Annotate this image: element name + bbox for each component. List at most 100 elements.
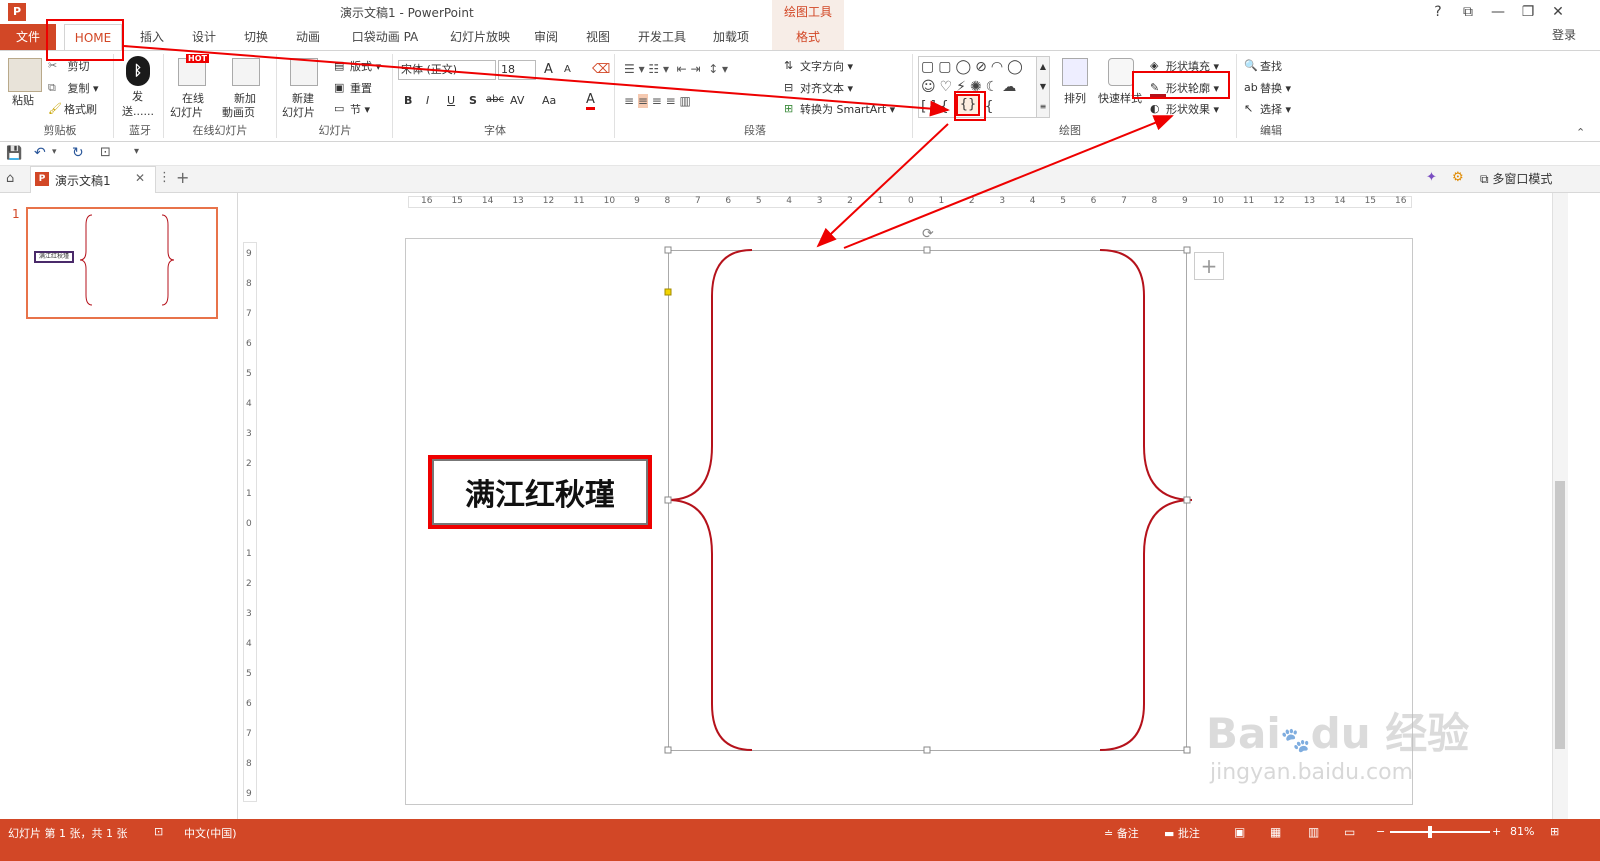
reset-button[interactable]: 重置 [350,82,372,95]
bluetooth-send-label[interactable]: 发 [132,88,143,104]
clear-format-icon[interactable]: ⌫ [592,62,610,78]
grow-font-button[interactable]: A [544,62,553,77]
tab-pocket-animation[interactable]: 口袋动画 PA [340,24,430,50]
italic-button[interactable]: I [426,94,429,107]
font-name-combobox[interactable]: 宋体 (正文) [398,60,496,80]
bluetooth-send-label-2[interactable]: 送...... [122,103,154,119]
bluetooth-icon[interactable]: ᛒ [126,56,150,86]
tab-view[interactable]: 视图 [578,24,618,50]
slide-sorter-icon[interactable]: ▦ [1270,825,1281,839]
tab-slideshow[interactable]: 幻灯片放映 [442,24,518,50]
new-slide-icon[interactable] [290,58,318,86]
bold-button[interactable]: B [404,94,412,107]
fit-to-window-icon[interactable]: ⊞ [1550,825,1559,838]
new-slide-label-2[interactable]: 幻灯片 [282,104,315,120]
close-tab-icon[interactable]: ✕ [135,171,145,185]
home-tabs-icon[interactable]: ⌂ [6,171,14,186]
change-case-button[interactable]: Aa [542,94,556,107]
close-button[interactable]: ✕ [1546,2,1570,22]
zoom-in-icon[interactable]: + [1492,825,1501,838]
font-size-combobox[interactable]: 18 [498,60,536,80]
font-color-button[interactable]: A [586,92,595,110]
cut-button[interactable]: 剪切 [68,60,90,73]
zoom-level[interactable]: 81% [1510,825,1534,838]
layout-options-icon[interactable]: + [1194,252,1224,280]
shape-effects-button[interactable]: 形状效果 [1166,103,1210,116]
new-page-label-2[interactable]: 動画页 [222,104,255,120]
scroll-thumb[interactable] [1555,481,1565,749]
ruler-tick-label: 8 [246,759,252,769]
shrink-font-button[interactable]: A [564,64,571,75]
tab-developer[interactable]: 开发工具 [630,24,694,50]
tab-animations[interactable]: 动画 [288,24,328,50]
tab-addins[interactable]: 加载项 [704,24,758,50]
convert-smartart-button[interactable]: 转换为 SmartArt [800,103,886,116]
minimize-button[interactable]: — [1486,2,1510,22]
doc-tab-active[interactable]: P 演示文稿1 ✕ [30,166,156,193]
select-button[interactable]: 选择 [1260,103,1282,116]
brace-pair-shape[interactable]: ⟳ [660,226,1200,761]
vertical-scrollbar[interactable] [1552,193,1568,819]
new-animation-page-icon[interactable] [232,58,260,86]
quick-styles-icon[interactable] [1108,58,1134,86]
login-link[interactable]: 登录 [1534,22,1594,48]
zoom-slider-thumb[interactable] [1427,826,1432,838]
spellcheck-icon[interactable]: ⊡ [154,825,163,838]
ruler-tick-label: 15 [1364,196,1377,206]
zoom-out-icon[interactable]: − [1376,825,1385,838]
slide-thumbnail[interactable]: 满江红秋瑾 [26,207,218,319]
align-text-button[interactable]: 对齐文本 [800,82,844,95]
maximize-button[interactable]: ❐ [1516,2,1540,22]
arrange-button[interactable]: 排列 [1064,90,1086,106]
reading-view-icon[interactable]: ▥ [1308,825,1319,839]
tab-review[interactable]: 审阅 [526,24,566,50]
ruler-tick-label: 4 [1029,196,1036,206]
ribbon-display-button[interactable]: ⧉ [1456,2,1480,22]
collapse-ribbon-icon[interactable]: ⌃ [1576,126,1585,139]
arrange-icon[interactable] [1062,58,1088,86]
tab-menu-icon[interactable]: ⋮ [158,170,171,185]
customize-qat-icon[interactable]: ▾ [134,146,139,157]
text-shadow-button[interactable]: S [469,94,477,107]
format-painter-button[interactable]: 格式刷 [64,103,97,116]
title-text[interactable]: 满江红秋瑾 [432,459,648,525]
paste-icon[interactable] [8,58,42,92]
find-button[interactable]: 查找 [1260,60,1282,73]
help-button[interactable]: ? [1426,2,1450,22]
title-text-box-frame[interactable]: 满江红秋瑾 [428,455,652,529]
start-slideshow-icon[interactable]: ⊡ [100,145,111,160]
alignment-icons[interactable]: ≡ ≡ ≡ ≡ ▥ [624,94,710,110]
section-button[interactable]: 节 [350,103,361,116]
character-spacing-button[interactable]: AV [510,94,524,107]
layout-button[interactable]: 版式 [350,60,372,73]
powerpoint-logo-icon[interactable]: P [8,3,26,21]
comments-button[interactable]: ▬ 批注 [1164,825,1200,841]
paste-button[interactable]: 粘贴 [12,92,34,108]
undo-dropdown-icon[interactable]: ▾ [52,147,57,157]
underline-button[interactable]: U [447,94,455,107]
strikethrough-button[interactable]: abc [486,94,504,105]
multi-window-button[interactable]: ⧉ 多窗口模式 [1480,170,1552,187]
online-slides-label-2[interactable]: 幻灯片 [170,104,203,120]
slideshow-view-icon[interactable]: ▭ [1344,825,1355,839]
new-tab-icon[interactable]: + [176,168,189,187]
copy-button[interactable]: 复制 [68,82,90,95]
gallery-scroll[interactable]: ▲ ▼ ≡ [1036,56,1050,118]
save-icon[interactable]: 💾 [6,146,22,161]
replace-button[interactable]: 替换 [1260,82,1282,95]
language-status[interactable]: 中文(中国) [184,825,237,841]
tab-format[interactable]: 格式 [772,24,844,50]
undo-icon[interactable]: ↶ [34,145,46,161]
zoom-slider[interactable] [1390,826,1490,838]
tab-insert[interactable]: 插入 [132,24,172,50]
document-tabs-bar: ⌂ P 演示文稿1 ✕ ⋮ + ✦ ⚙ ⧉ 多窗口模式 [0,166,1600,193]
notes-button[interactable]: ≐ 备注 [1104,825,1139,841]
text-direction-button[interactable]: 文字方向 [800,60,844,73]
repeat-icon[interactable]: ↻ [72,145,84,161]
normal-view-icon[interactable]: ▣ [1234,825,1245,839]
magic-wand-icon[interactable]: ✦ [1426,170,1437,185]
bullets-numbering-icons[interactable]: ☰ ▾ ☷ ▾ ⇤ ⇥ ↕ ▾ [624,62,784,78]
settings-gear-icon[interactable]: ⚙ [1452,170,1464,185]
tab-design[interactable]: 设计 [184,24,224,50]
tab-transitions[interactable]: 切换 [236,24,276,50]
